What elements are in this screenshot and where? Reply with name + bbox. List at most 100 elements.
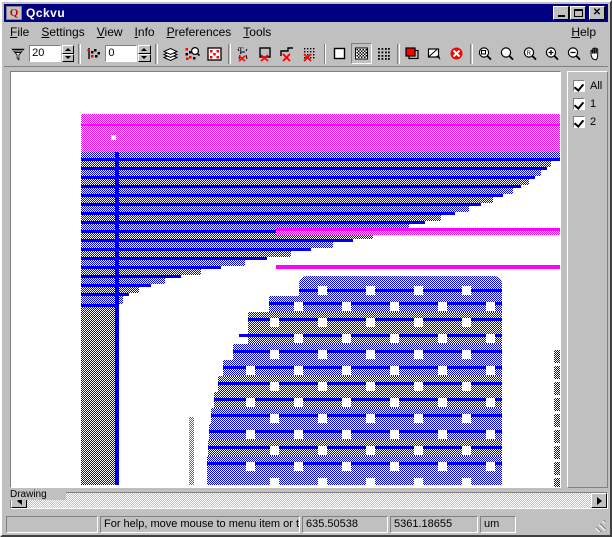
zoom-previous-icon[interactable]: R xyxy=(519,43,541,64)
text-off-icon[interactable]: T xyxy=(232,43,255,64)
polyline-off-icon[interactable] xyxy=(277,43,299,64)
select-spinner-up[interactable] xyxy=(138,45,151,54)
layer-label-1: 1 xyxy=(590,98,597,110)
menu-info[interactable]: Info xyxy=(129,24,161,40)
minimize-button[interactable] xyxy=(553,6,569,20)
blue-edge-fragment xyxy=(554,350,560,363)
outline-fill-icon[interactable] xyxy=(328,43,350,64)
menu-file[interactable]: File xyxy=(4,24,35,40)
via-hole xyxy=(414,446,423,455)
maximize-button[interactable] xyxy=(570,6,586,20)
filter-spinner-down[interactable] xyxy=(61,53,75,62)
layer-row-all[interactable]: All xyxy=(568,77,607,95)
layout-view[interactable] xyxy=(11,72,560,487)
blue-edge-fragment xyxy=(554,462,560,475)
status-help-text: For help, move mouse to menu item or t xyxy=(100,516,300,533)
menu-help-label-rest: elp xyxy=(579,24,596,39)
via-hole xyxy=(462,382,471,391)
via-hole xyxy=(342,430,351,439)
via-hole xyxy=(366,350,375,359)
menu-tools[interactable]: Tools xyxy=(237,24,277,40)
select-spinner-down[interactable] xyxy=(138,53,151,62)
via-hole xyxy=(414,318,423,327)
menu-view[interactable]: View xyxy=(91,24,129,40)
toolbar-separator xyxy=(396,43,400,64)
box-off-icon[interactable] xyxy=(255,43,277,64)
via-hole xyxy=(366,414,375,423)
via-hole xyxy=(270,382,279,391)
layer-checkbox-1[interactable] xyxy=(573,98,585,110)
status-coord-y: 5361.18655 xyxy=(390,516,478,533)
via-hole xyxy=(294,366,303,375)
layers-icon[interactable] xyxy=(159,43,181,64)
via-hole xyxy=(438,398,447,407)
layer-row-2[interactable]: 2 xyxy=(568,113,607,131)
via-hole xyxy=(270,446,279,455)
status-bar: For help, move mouse to menu item or t 6… xyxy=(4,514,608,535)
funnel-icon[interactable] xyxy=(7,43,29,64)
via-hole xyxy=(294,398,303,407)
filter-spinner[interactable] xyxy=(61,45,75,62)
layer-checkbox-2[interactable] xyxy=(573,116,585,128)
via-hole xyxy=(318,350,327,359)
minimize-icon xyxy=(557,14,565,17)
chevron-right-icon xyxy=(596,496,602,505)
blue-edge-fragment xyxy=(554,414,560,427)
layer-panel: All 1 2 xyxy=(567,71,608,488)
query-magnifier-icon[interactable] xyxy=(181,43,203,64)
magenta-vline xyxy=(189,417,194,485)
edit-layer-icon[interactable] xyxy=(423,43,446,64)
select-value-input[interactable]: 0 xyxy=(105,45,138,62)
blue-edge-fragment xyxy=(554,446,560,459)
via-hole xyxy=(486,334,495,343)
toolbar-separator xyxy=(323,43,327,64)
filter-spinner-up[interactable] xyxy=(61,45,75,54)
cell-grid-icon[interactable] xyxy=(203,43,225,64)
via-hole xyxy=(414,478,423,487)
zoom-all-icon[interactable] xyxy=(497,43,519,64)
checker-fill-icon[interactable] xyxy=(350,43,372,64)
filter-value-input[interactable]: 20 xyxy=(29,45,61,62)
close-button[interactable]: ✕ xyxy=(589,6,605,20)
menu-help[interactable]: Help xyxy=(565,24,602,40)
via-hole xyxy=(342,366,351,375)
blue-rule xyxy=(239,334,502,337)
pan-hand-icon[interactable] xyxy=(585,43,608,64)
blue-edge-fragment xyxy=(554,430,560,443)
copy-layer-icon[interactable] xyxy=(401,43,423,64)
select-points-icon[interactable] xyxy=(83,43,105,64)
fill-off-icon[interactable] xyxy=(299,43,321,64)
menu-preferences[interactable]: Preferences xyxy=(161,24,238,40)
application-window: Q Qckvu ✕ File Settings View Info Prefer… xyxy=(0,0,612,537)
menu-settings[interactable]: Settings xyxy=(35,24,90,40)
dot-fill-icon[interactable] xyxy=(372,43,394,64)
layer-checkbox-all[interactable] xyxy=(573,80,585,92)
drawing-canvas[interactable] xyxy=(10,71,561,488)
menu-view-label-rest: iew xyxy=(104,24,123,39)
scroll-right-button[interactable] xyxy=(591,493,607,508)
zoom-in-icon[interactable] xyxy=(541,43,563,64)
via-hole xyxy=(318,318,327,327)
scroll-track[interactable] xyxy=(27,493,591,508)
layer-label-all: All xyxy=(590,80,603,92)
layer-label-2: 2 xyxy=(590,116,597,128)
zoom-out-icon[interactable] xyxy=(563,43,585,64)
via-hole xyxy=(294,430,303,439)
magenta-strip-right-1 xyxy=(276,231,560,235)
via-hole xyxy=(390,430,399,439)
via-hole xyxy=(270,478,279,487)
layer-row-1[interactable]: 1 xyxy=(568,95,607,113)
cancel-icon[interactable] xyxy=(446,43,468,64)
via-hole xyxy=(486,430,495,439)
zoom-window-icon[interactable] xyxy=(475,43,497,64)
menu-preferences-label-rest: references xyxy=(174,24,232,39)
select-spinner[interactable] xyxy=(138,45,151,62)
via-hole xyxy=(294,302,303,311)
blue-rule xyxy=(299,289,502,292)
via-hole xyxy=(366,318,375,327)
via-hole xyxy=(318,446,327,455)
horizontal-scrollbar[interactable] xyxy=(10,492,608,509)
via-hole xyxy=(246,430,255,439)
resize-grip[interactable] xyxy=(592,518,606,532)
via-hole xyxy=(462,286,471,295)
